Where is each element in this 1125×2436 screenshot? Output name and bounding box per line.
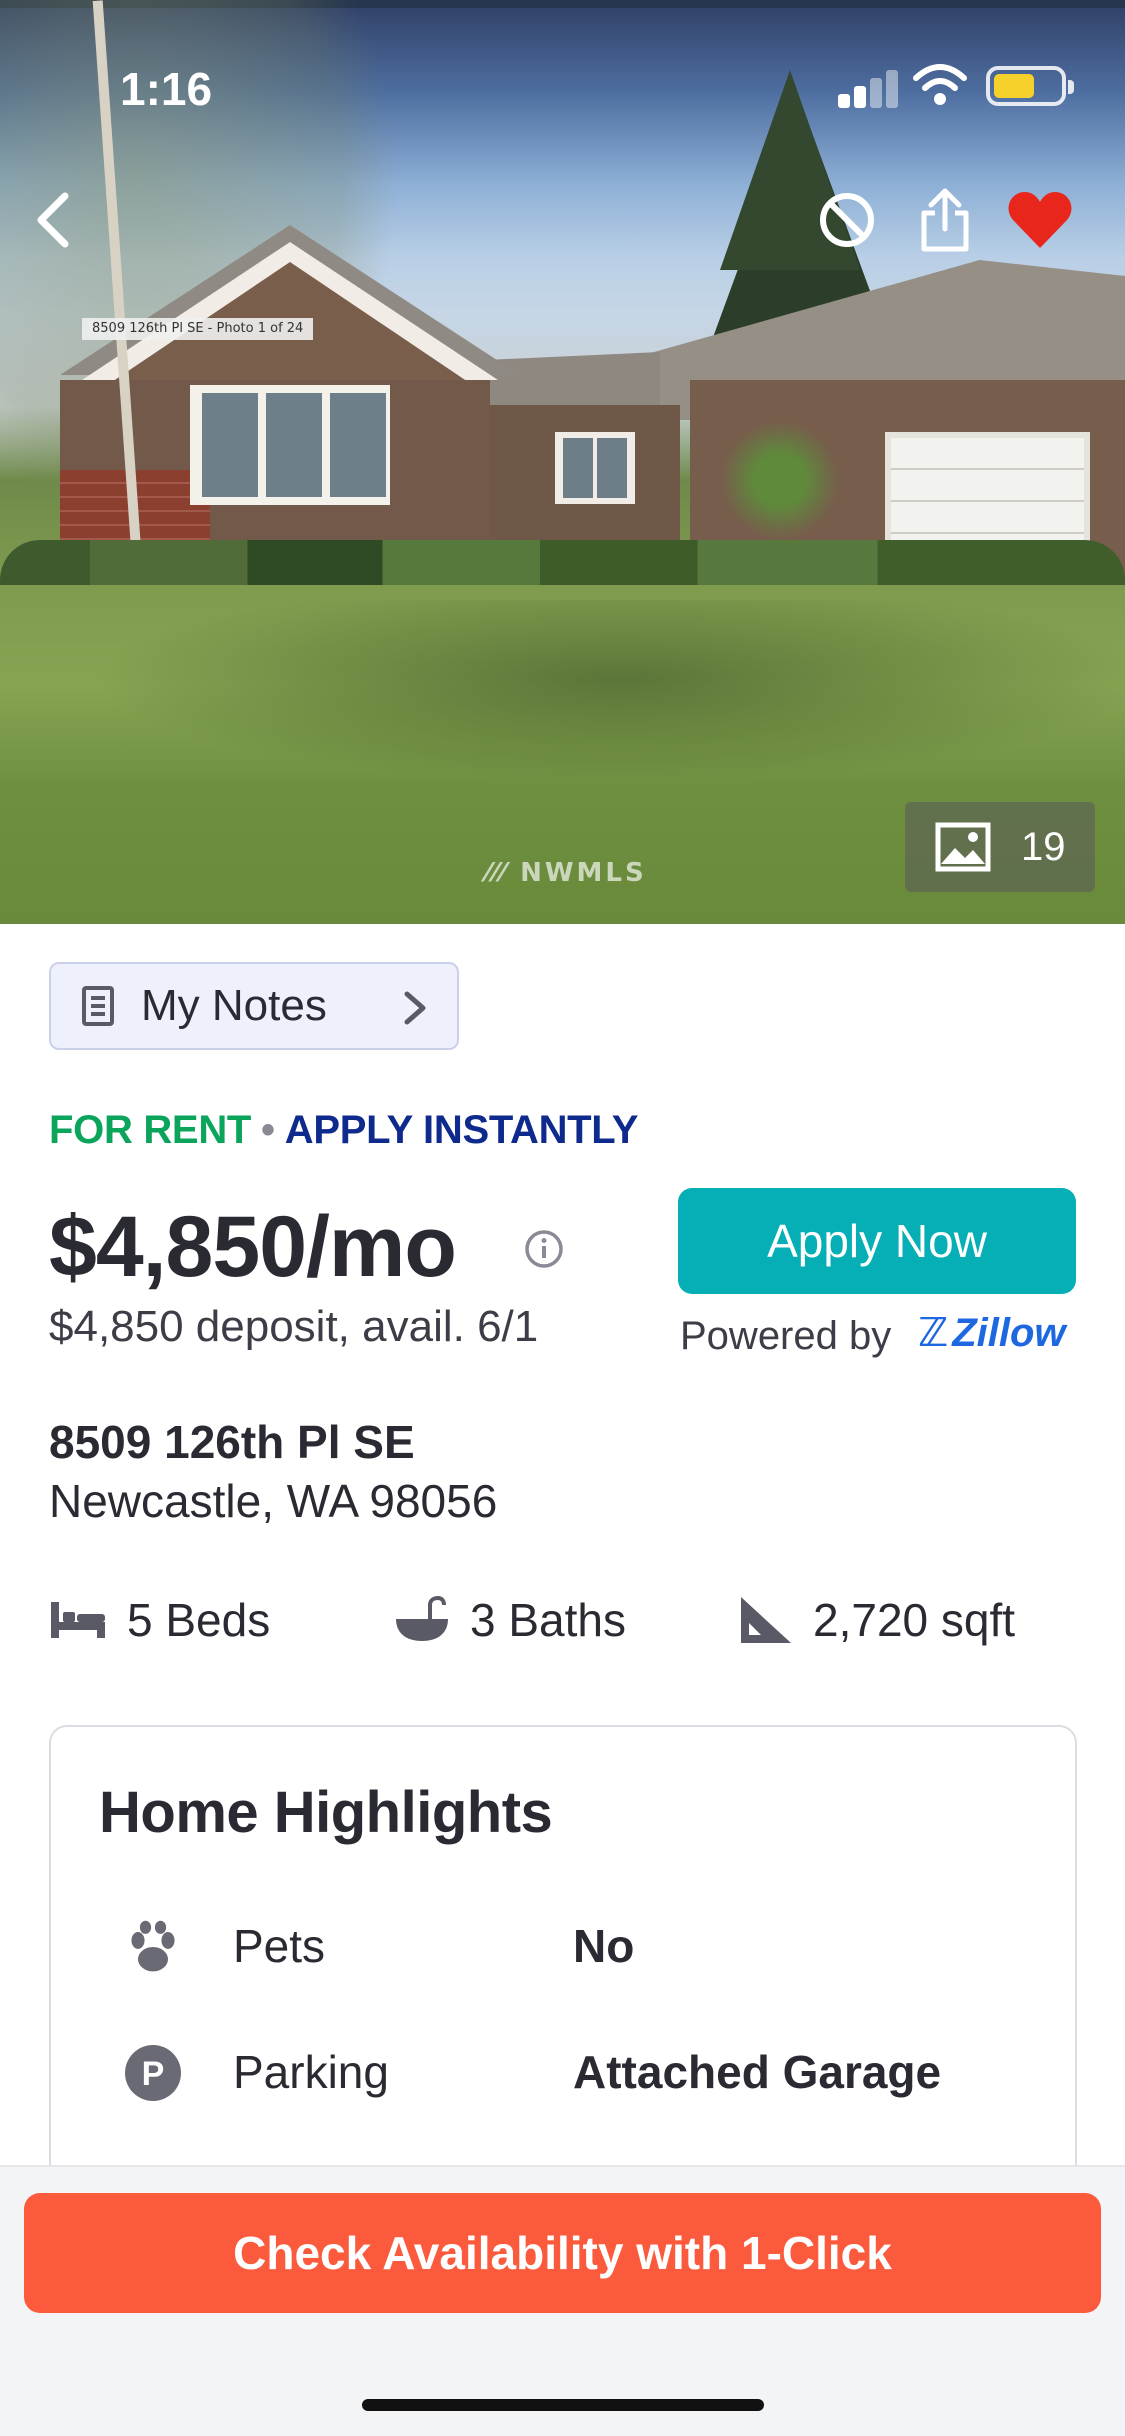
- powered-by-label: Powered by: [680, 1314, 892, 1358]
- status-separator: •: [261, 1108, 275, 1152]
- bathtub-icon: [396, 1595, 448, 1641]
- status-time: 1:16: [120, 63, 213, 115]
- highlight-label: Pets: [233, 1920, 326, 1972]
- svg-text:P: P: [142, 2055, 165, 2093]
- check-availability-button[interactable]: Check Availability with 1-Click: [24, 2193, 1101, 2313]
- image-icon: [935, 822, 991, 872]
- apply-now-button[interactable]: Apply Now: [678, 1188, 1076, 1294]
- listing-status: FOR RENT • APPLY INSTANTLY: [49, 1108, 638, 1153]
- highlight-row-parking: P Parking Attached Garage: [51, 2033, 1075, 2113]
- nwmls-logo-icon: ⁄⁄⁄: [486, 858, 521, 888]
- favorite-heart-icon[interactable]: [1005, 180, 1075, 260]
- paw-icon: [123, 1917, 183, 1977]
- beds-count: 5 Beds: [127, 1594, 271, 1646]
- street-address: 8509 126th Pl SE: [49, 1416, 415, 1468]
- deposit-info: $4,850 deposit, avail. 6/1: [49, 1302, 539, 1351]
- baths-fact: 3 Baths: [394, 1590, 626, 1650]
- home-highlights-title: Home Highlights: [99, 1780, 553, 1845]
- area-triangle-icon: [741, 1597, 791, 1643]
- share-icon[interactable]: [910, 180, 980, 260]
- city-state-zip: Newcastle, WA 98056: [49, 1475, 498, 1527]
- house-window-bay: [190, 385, 390, 505]
- chevron-right-icon: [404, 991, 426, 1025]
- rent-price: $4,850/mo: [49, 1199, 457, 1295]
- parking-icon: P: [123, 2043, 183, 2103]
- cellular-signal-icon: [838, 62, 898, 108]
- photo-gallery-button[interactable]: 19: [905, 802, 1095, 892]
- my-notes-button[interactable]: My Notes: [49, 962, 459, 1050]
- photo-caption: 8509 126th Pl SE - Photo 1 of 24: [82, 318, 314, 340]
- palm-plant: [720, 420, 840, 540]
- my-notes-label: My Notes: [141, 981, 327, 1030]
- highlight-value: No: [573, 1920, 635, 1972]
- battery-icon: [986, 66, 1074, 106]
- beds-fact: 5 Beds: [49, 1590, 270, 1650]
- sqft-value: 2,720 sqft: [813, 1594, 1016, 1646]
- bed-icon: [51, 1602, 105, 1638]
- watermark: ⁄⁄⁄ NWMLS: [486, 858, 647, 888]
- apply-instantly-label: APPLY INSTANTLY: [284, 1108, 639, 1152]
- bottom-action-bar: Check Availability with 1-Click: [0, 2165, 1125, 2436]
- highlight-row-pets: Pets No: [51, 1907, 1075, 1987]
- back-arrow-icon[interactable]: [18, 180, 88, 260]
- photo-count: 19: [1021, 824, 1066, 869]
- house-window-middle: [555, 432, 635, 504]
- hero-photo[interactable]: 8509 126th Pl SE - Photo 1 of 24 ⁄⁄⁄ NWM…: [0, 0, 1125, 924]
- home-indicator[interactable]: [362, 2399, 764, 2411]
- sqft-fact: 2,720 sqft: [739, 1590, 1015, 1650]
- notes-icon: [82, 986, 114, 1026]
- zillow-logo: ℤ Zillow: [918, 1311, 1066, 1355]
- hide-listing-icon[interactable]: [812, 180, 882, 260]
- home-facts: 5 Beds 3 Baths 2,720 sqft: [49, 1590, 1089, 1650]
- baths-count: 3 Baths: [470, 1594, 626, 1646]
- highlight-value: Attached Garage: [573, 2046, 942, 2098]
- lawn-shadow: [0, 600, 1125, 800]
- highlight-label: Parking: [233, 2046, 389, 2098]
- zillow-z-icon: ℤ: [918, 1311, 949, 1355]
- for-rent-label: FOR RENT: [49, 1108, 252, 1152]
- wifi-icon: [912, 62, 972, 108]
- info-icon[interactable]: [524, 1229, 564, 1269]
